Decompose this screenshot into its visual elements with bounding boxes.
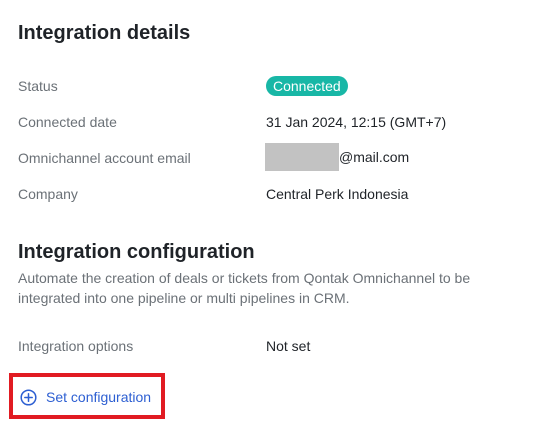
set-configuration-label: Set configuration bbox=[46, 389, 152, 405]
status-badge: Connected bbox=[266, 76, 348, 96]
status-label: Status bbox=[18, 78, 58, 94]
integration-page: Integration details Status Connected Con… bbox=[0, 0, 540, 436]
redacted-email-block bbox=[265, 143, 339, 171]
set-configuration-button[interactable]: Set configuration bbox=[20, 388, 151, 406]
company-value: Central Perk Indonesia bbox=[266, 186, 409, 202]
connected-date-value: 31 Jan 2024, 12:15 (GMT+7) bbox=[266, 114, 447, 130]
omnichannel-email-label: Omnichannel account email bbox=[18, 150, 191, 166]
integration-details-title: Integration details bbox=[18, 22, 191, 44]
email-domain-text: @mail.com bbox=[339, 149, 410, 165]
connected-date-label: Connected date bbox=[18, 114, 117, 130]
company-label: Company bbox=[18, 186, 78, 202]
configuration-description: Automate the creation of deals or ticket… bbox=[18, 270, 471, 306]
omnichannel-email-value: @mail.com bbox=[265, 143, 409, 171]
integration-options-label: Integration options bbox=[18, 338, 134, 354]
integration-configuration-title: Integration configuration bbox=[18, 241, 255, 263]
integration-options-value: Not set bbox=[266, 338, 311, 354]
plus-circle-icon bbox=[20, 388, 37, 406]
